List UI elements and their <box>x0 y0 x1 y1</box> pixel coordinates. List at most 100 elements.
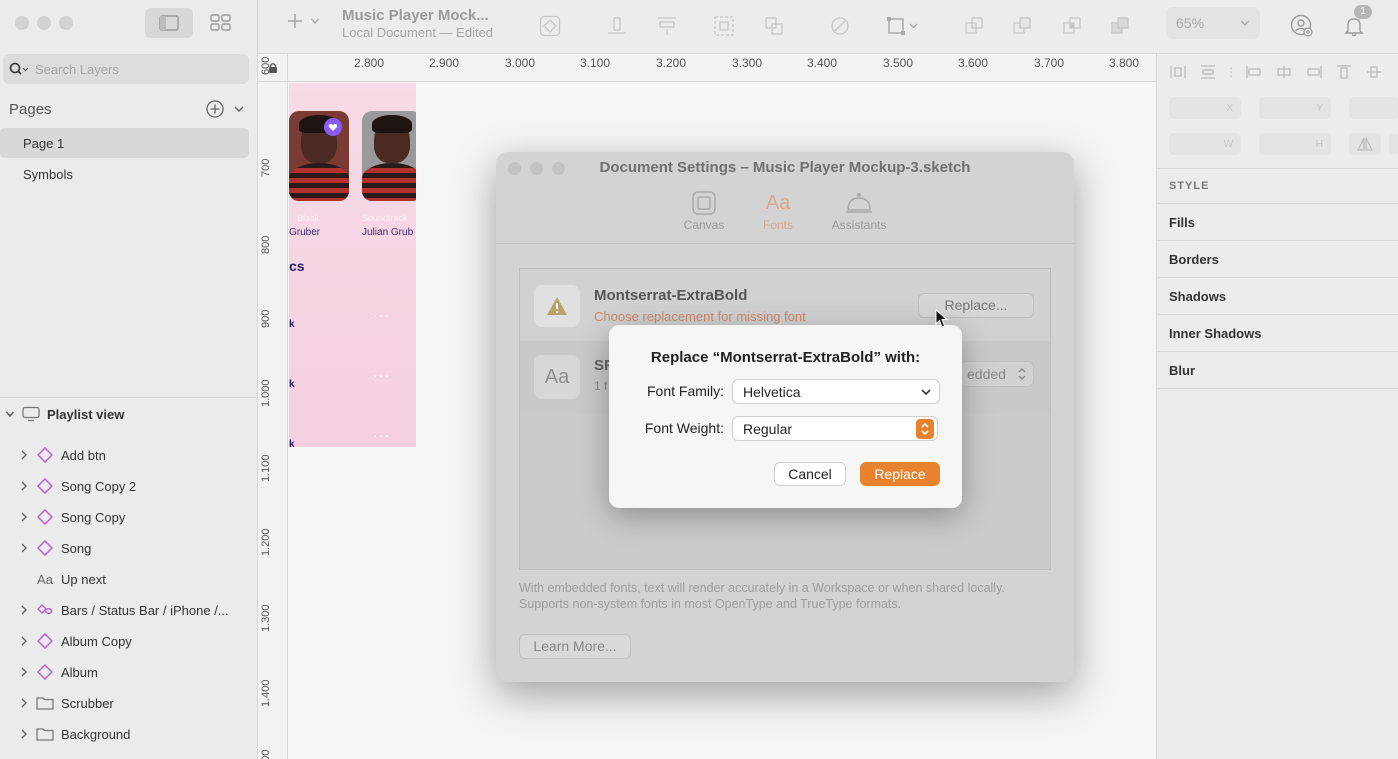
chevron-right-icon[interactable] <box>20 543 28 553</box>
layer-song-copy[interactable]: Song Copy <box>0 503 258 531</box>
x-field[interactable]: X <box>1169 97 1241 119</box>
album-genre: Soundtrack <box>362 213 408 223</box>
cancel-button[interactable]: Cancel <box>774 462 846 486</box>
layer-song-copy-2[interactable]: Song Copy 2 <box>0 472 258 500</box>
canvas[interactable]: 2.800 2.900 3.000 3.100 3.200 3.300 3.40… <box>258 54 1156 759</box>
layer-background[interactable]: Background <box>0 720 258 748</box>
grid-icon <box>210 14 231 31</box>
chevron-right-icon[interactable] <box>20 512 28 522</box>
layer-album[interactable]: Album <box>0 658 258 686</box>
borders-section[interactable]: Borders <box>1169 252 1219 267</box>
subtract-button[interactable] <box>1008 12 1036 40</box>
share-button[interactable] <box>1288 12 1316 40</box>
distribute-vertical-button[interactable] <box>1199 64 1217 80</box>
symbol-icon <box>37 447 53 463</box>
height-field[interactable]: H <box>1259 133 1331 155</box>
layer-song[interactable]: Song <box>0 534 258 562</box>
song-row-text: k <box>289 319 295 330</box>
album-cover-image[interactable] <box>362 111 416 201</box>
align-middle-button[interactable] <box>1365 64 1383 80</box>
tab-canvas[interactable]: Canvas <box>676 188 732 243</box>
tab-assistants[interactable]: Assistants <box>824 188 894 243</box>
chevron-right-icon[interactable] <box>20 698 28 708</box>
zoom-window-button[interactable] <box>59 16 73 30</box>
shadows-section[interactable]: Shadows <box>1169 289 1226 304</box>
chevron-right-icon[interactable] <box>20 450 28 460</box>
inner-shadows-section[interactable]: Inner Shadows <box>1169 326 1261 341</box>
page-item-page-1[interactable]: Page 1 <box>0 128 249 158</box>
width-field[interactable]: W <box>1169 133 1241 155</box>
ruler-label: 3.000 <box>505 56 536 70</box>
y-field[interactable]: Y <box>1259 97 1331 119</box>
layer-group-label: Playlist view <box>47 406 125 422</box>
tab-fonts[interactable]: Aa Fonts <box>750 188 806 243</box>
more-icon[interactable]: ··· <box>373 427 390 443</box>
insert-button[interactable] <box>286 12 320 30</box>
distribute-horizontal-button[interactable] <box>1169 64 1187 80</box>
layer-status-bar[interactable]: Bars / Status Bar / iPhone /... <box>0 596 258 624</box>
transform-button[interactable] <box>883 12 923 40</box>
font-weight-select[interactable]: Regular <box>732 416 938 441</box>
layer-scrubber[interactable]: Scrubber <box>0 689 258 717</box>
search-layers-input[interactable] <box>35 61 235 77</box>
components-view-button[interactable] <box>197 8 245 38</box>
more-icon[interactable]: ··· <box>373 367 390 383</box>
chevron-down-icon[interactable] <box>233 103 245 115</box>
font-family-select[interactable]: Helvetica <box>732 379 940 404</box>
difference-button[interactable] <box>1106 12 1134 40</box>
vertical-ruler[interactable]: 600 700 800 900 1.000 1.100 1.200 1.300 … <box>258 57 288 759</box>
fills-section[interactable]: Fills <box>1169 215 1195 230</box>
album-cover-image[interactable] <box>289 111 349 201</box>
resize-icon <box>765 17 783 35</box>
close-window-button[interactable] <box>15 16 29 30</box>
more-icon[interactable]: ··· <box>373 307 390 323</box>
layer-group-playlist-view[interactable]: Playlist view <box>0 403 258 425</box>
chevron-down-icon[interactable] <box>5 409 15 419</box>
align-bottom-button[interactable] <box>603 12 631 40</box>
canvas-view-icon <box>159 15 179 31</box>
page-item-symbols[interactable]: Symbols <box>0 159 249 189</box>
chevron-right-icon[interactable] <box>20 636 28 646</box>
embed-select[interactable]: edded <box>960 361 1034 387</box>
divider <box>1157 277 1398 278</box>
blur-section[interactable]: Blur <box>1169 363 1195 378</box>
mask-button[interactable] <box>826 12 854 40</box>
align-left-button[interactable] <box>1245 64 1263 80</box>
union-button[interactable] <box>960 12 988 40</box>
intersect-button[interactable] <box>1058 12 1086 40</box>
distribute-button[interactable] <box>653 12 681 40</box>
replace-button[interactable]: Replace <box>860 462 940 486</box>
rotation-field[interactable] <box>1349 97 1398 119</box>
chevron-right-icon[interactable] <box>20 667 28 677</box>
resize-button[interactable] <box>760 12 788 40</box>
learn-more-button[interactable]: Learn More... <box>519 634 631 659</box>
layer-add-btn[interactable]: Add btn <box>0 441 258 469</box>
alignment-toolbar: ⋮ <box>1169 64 1383 80</box>
scale-button[interactable] <box>710 12 738 40</box>
layer-up-next[interactable]: Aa Up next <box>0 565 258 593</box>
add-page-icon[interactable] <box>205 99 225 119</box>
align-right-button[interactable] <box>1305 64 1323 80</box>
lock-ratio-button[interactable] <box>1389 133 1398 155</box>
canvas-view-button[interactable] <box>145 8 193 38</box>
updown-stepper[interactable] <box>916 418 934 439</box>
flip-button[interactable] <box>1349 133 1381 155</box>
minimize-window-button[interactable] <box>37 16 51 30</box>
text-icon: Aa <box>37 571 53 587</box>
create-symbol-button[interactable] <box>536 12 564 40</box>
align-top-button[interactable] <box>1335 64 1353 80</box>
playlist-artboard[interactable]: Black Gruber Soundtrack Julian Grub cs k… <box>289 83 416 447</box>
align-center-button[interactable] <box>1275 64 1293 80</box>
font-family-value: Helvetica <box>743 383 801 400</box>
zoom-select[interactable]: 65% <box>1166 7 1260 39</box>
chevron-right-icon[interactable] <box>20 605 28 615</box>
chevron-right-icon[interactable] <box>20 729 28 739</box>
more-options-button[interactable]: ⋮ <box>1225 64 1237 80</box>
updown-chevron-icon <box>1018 368 1026 380</box>
album-genre: Black <box>297 213 320 223</box>
horizontal-ruler[interactable]: 2.800 2.900 3.000 3.100 3.200 3.300 3.40… <box>288 54 1156 82</box>
ruler-label: 3.800 <box>1109 56 1140 70</box>
layer-album-copy[interactable]: Album Copy <box>0 627 258 655</box>
chevron-right-icon[interactable] <box>20 481 28 491</box>
scale-icon <box>714 16 734 36</box>
